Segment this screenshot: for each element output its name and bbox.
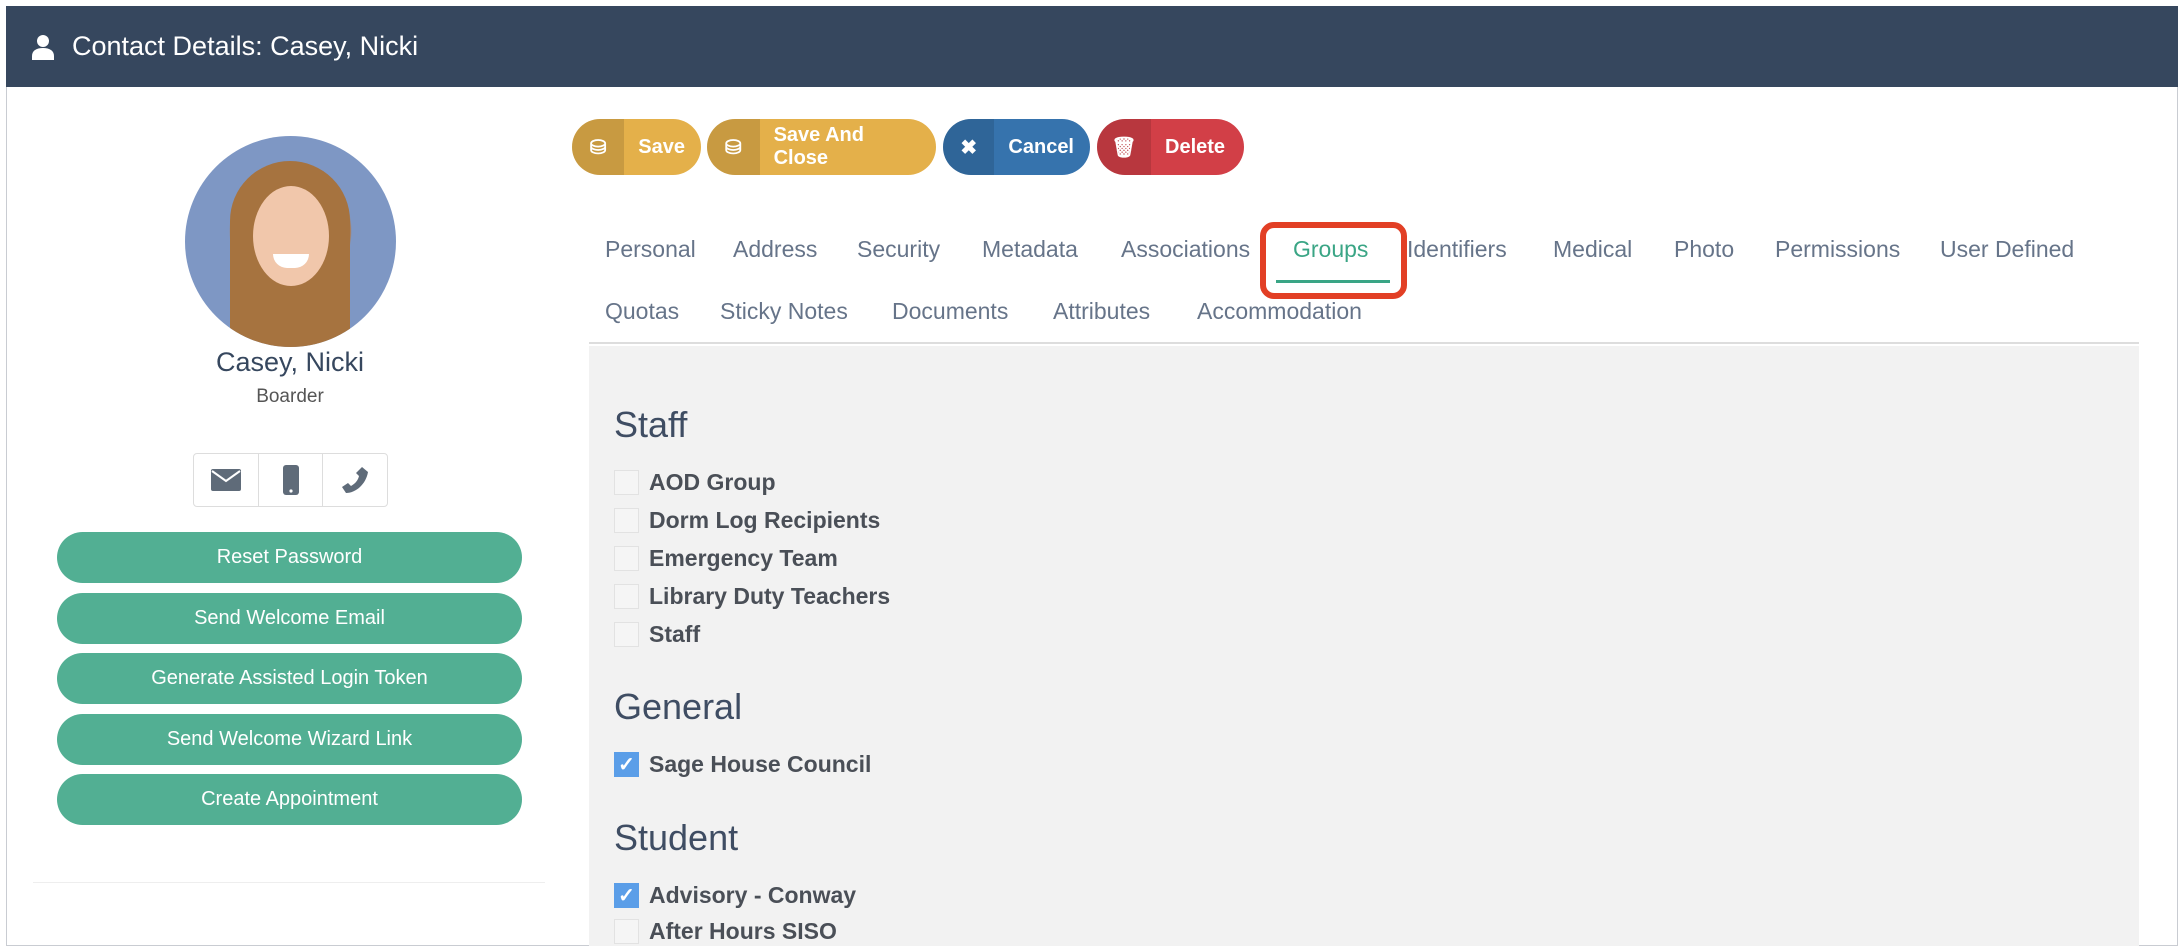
tab-medical[interactable]: Medical [1553, 236, 1632, 263]
tab-accommodation[interactable]: Accommodation [1197, 298, 1362, 325]
check-icon: ✓ [614, 883, 639, 908]
tab-permissions[interactable]: Permissions [1775, 236, 1900, 263]
tab-user-defined[interactable]: User Defined [1940, 236, 2074, 263]
group-checkbox[interactable]: ✓ Advisory - Conway [614, 882, 856, 909]
database-icon: ⛁ [707, 119, 760, 175]
sidebar-divider [33, 882, 545, 883]
groups-panel [589, 346, 2139, 946]
tab-associations[interactable]: Associations [1121, 236, 1250, 263]
tab-identifiers[interactable]: Identifiers [1407, 236, 1507, 263]
send-welcome-email-button[interactable]: Send Welcome Email [57, 593, 522, 644]
page-header: Contact Details: Casey, Nicki [6, 6, 2178, 87]
tab-quotas[interactable]: Quotas [605, 298, 679, 325]
contact-role: Boarder [256, 386, 324, 407]
trash-icon: 🗑 [1097, 119, 1151, 175]
highlight-annotation [1260, 222, 1407, 299]
tab-attributes[interactable]: Attributes [1053, 298, 1150, 325]
sms-button[interactable] [259, 454, 324, 506]
check-icon: ✓ [614, 752, 639, 777]
envelope-icon [210, 469, 241, 491]
tab-metadata[interactable]: Metadata [982, 236, 1078, 263]
generate-login-token-button[interactable]: Generate Assisted Login Token [57, 653, 522, 704]
tab-photo[interactable]: Photo [1674, 236, 1734, 263]
email-button[interactable] [194, 454, 259, 506]
tab-address[interactable]: Address [733, 236, 817, 263]
group-checkbox[interactable]: Library Duty Teachers [614, 583, 890, 610]
delete-button[interactable]: 🗑 Delete [1097, 119, 1244, 175]
create-appointment-button[interactable]: Create Appointment [57, 774, 522, 825]
group-heading-general: General [614, 686, 743, 727]
database-icon: ⛁ [572, 119, 625, 175]
group-heading-staff: Staff [614, 404, 688, 445]
group-checkbox[interactable]: Emergency Team [614, 545, 838, 572]
tab-sticky-notes[interactable]: Sticky Notes [720, 298, 848, 325]
group-checkbox[interactable]: Dorm Log Recipients [614, 507, 880, 534]
contact-name: Casey, Nicki [215, 347, 365, 377]
user-icon [32, 34, 54, 60]
save-and-close-button[interactable]: ⛁ Save And Close [707, 119, 936, 175]
cancel-button[interactable]: ✖ Cancel [943, 119, 1090, 175]
group-checkbox[interactable]: After Hours SISO [614, 918, 837, 945]
group-heading-student: Student [614, 817, 739, 858]
mobile-icon [282, 465, 299, 495]
tab-security[interactable]: Security [857, 236, 940, 263]
reset-password-button[interactable]: Reset Password [57, 532, 522, 583]
group-checkbox[interactable]: AOD Group [614, 469, 776, 496]
group-checkbox[interactable]: ✓ Sage House Council [614, 751, 871, 778]
group-checkbox[interactable]: Staff [614, 621, 700, 648]
avatar[interactable] [185, 136, 396, 347]
close-icon: ✖ [943, 119, 995, 175]
tab-documents[interactable]: Documents [892, 298, 1008, 325]
call-button[interactable] [323, 454, 387, 506]
tab-personal[interactable]: Personal [605, 236, 696, 263]
page-title: Contact Details: Casey, Nicki [72, 31, 419, 61]
send-wizard-link-button[interactable]: Send Welcome Wizard Link [57, 714, 522, 765]
contact-icon-group [193, 453, 388, 507]
save-button[interactable]: ⛁ Save [572, 119, 701, 175]
phone-icon [342, 467, 369, 493]
